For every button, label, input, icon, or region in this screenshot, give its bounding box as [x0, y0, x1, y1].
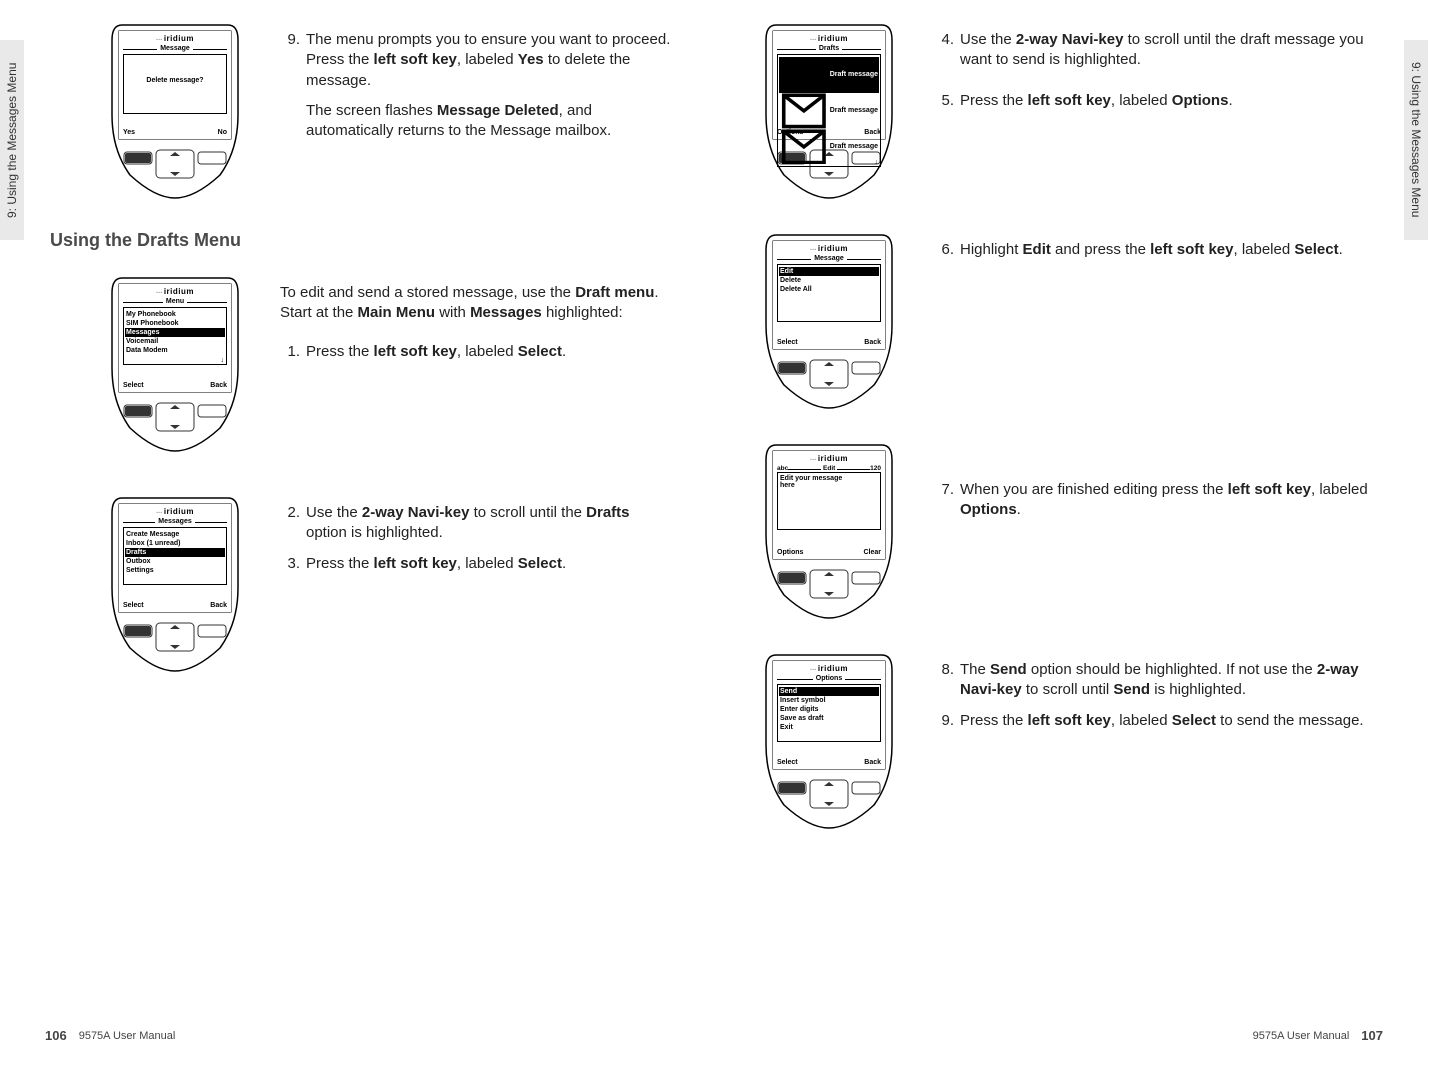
softkey-select[interactable]: Select [123, 602, 144, 609]
softkey-back[interactable]: Back [210, 602, 227, 609]
menu-item: Data Modem [126, 346, 224, 355]
screen-title: Message [157, 45, 193, 52]
screen-title: Menu [163, 298, 187, 305]
menu-item-highlighted: Messages [125, 328, 225, 337]
draft-item-highlighted: Draft message [779, 57, 879, 93]
doc-title: 9575A User Manual [79, 1030, 176, 1042]
device-edit-message: iridium abc Edit 120 Edit your message h… [754, 440, 904, 620]
menu-item: Insert symbol [780, 696, 878, 705]
softkey-select[interactable]: Select [777, 759, 798, 766]
menu-item: Save as draft [780, 714, 878, 723]
screen-delete-message: iridium Message Delete message? Yes No [119, 31, 231, 139]
page-left: 9: Using the Messages Menu iridium Messa… [0, 0, 714, 1065]
footer-right: 9575A User Manual 107 [1253, 1028, 1383, 1043]
footer-left: 106 9575A User Manual [45, 1028, 175, 1043]
device-delete-message: iridium Message Delete message? Yes No [100, 20, 250, 200]
menu-item: Delete [780, 276, 878, 285]
brand-label: iridium [123, 34, 227, 43]
menu-item-highlighted: Drafts [125, 548, 225, 557]
prompt-text: Delete message? [127, 76, 223, 85]
screen-drafts-list: iridium Drafts Draft message Draft messa… [773, 31, 885, 139]
brand-label: iridium [777, 34, 881, 43]
screen-title: Edit [821, 465, 837, 472]
softkey-no[interactable]: No [218, 129, 227, 136]
input-mode: abc [777, 465, 788, 472]
page-right: 9: Using the Messages Menu iridium Draft… [714, 0, 1428, 1065]
brand-label: iridium [777, 664, 881, 673]
softkey-options[interactable]: Options [777, 549, 803, 556]
softkey-select[interactable]: Select [777, 339, 798, 346]
chapter-tab-right: 9: Using the Messages Menu [1404, 40, 1428, 240]
menu-item: Enter digits [780, 705, 878, 714]
menu-item: Outbox [126, 557, 224, 566]
drafts-intro-text: To edit and send a stored message, use t… [280, 273, 674, 372]
section-heading-drafts: Using the Drafts Menu [50, 230, 674, 251]
menu-item: Create Message [126, 530, 224, 539]
device-main-menu: iridium Menu My Phonebook SIM Phonebook … [100, 273, 250, 453]
menu-item-highlighted: Edit [779, 267, 879, 276]
scroll-down-icon: ↓ [875, 159, 879, 166]
screen-title: Options [813, 675, 845, 682]
screen-message-options: iridium Message Edit Delete Delete All S… [773, 241, 885, 349]
brand-label: iridium [777, 454, 881, 463]
device-drafts-list: iridium Drafts Draft message Draft messa… [754, 20, 904, 200]
screen-title: Drafts [816, 45, 842, 52]
step-6-text: 6. Highlight Edit and press the left sof… [934, 230, 1378, 270]
menu-item: Exit [780, 723, 878, 732]
envelope-icon [780, 57, 828, 93]
menu-item: SIM Phonebook [126, 319, 224, 328]
screen-messages-menu: iridium Messages Create Message Inbox (1… [119, 504, 231, 612]
page-number: 107 [1361, 1028, 1383, 1043]
softkey-back[interactable]: Back [864, 339, 881, 346]
char-count: 120 [870, 465, 881, 472]
envelope-icon [780, 93, 828, 129]
screen-title: Messages [155, 518, 194, 525]
menu-item: Settings [126, 566, 224, 575]
softkey-yes[interactable]: Yes [123, 129, 135, 136]
softkey-back[interactable]: Back [864, 759, 881, 766]
edit-text-area[interactable]: Edit your message here [777, 472, 881, 530]
steps-4-5-text: 4. Use the 2-way Navi-key to scroll unti… [934, 20, 1378, 121]
brand-label: iridium [123, 507, 227, 516]
screen-edit-message: iridium abc Edit 120 Edit your message h… [773, 451, 885, 559]
steps-8-9-text: 8. The Send option should be highlighted… [934, 650, 1378, 741]
page-number: 106 [45, 1028, 67, 1043]
menu-item: My Phonebook [126, 310, 224, 319]
softkey-back[interactable]: Back [864, 129, 881, 136]
screen-send-options: iridium Options Send Insert symbol Enter… [773, 661, 885, 769]
softkey-options[interactable]: Options [777, 129, 803, 136]
device-messages-menu: iridium Messages Create Message Inbox (1… [100, 493, 250, 673]
doc-title: 9575A User Manual [1253, 1030, 1350, 1042]
device-send-options: iridium Options Send Insert symbol Enter… [754, 650, 904, 830]
draft-item: Draft message [780, 93, 878, 129]
screen-main-menu: iridium Menu My Phonebook SIM Phonebook … [119, 284, 231, 392]
steps-2-3-text: 2. Use the 2-way Navi-key to scroll unti… [280, 493, 674, 584]
menu-item: Inbox (1 unread) [126, 539, 224, 548]
brand-label: iridium [777, 244, 881, 253]
brand-label: iridium [123, 287, 227, 296]
scroll-down-icon: ↓ [221, 357, 225, 364]
menu-item-highlighted: Send [779, 687, 879, 696]
page-spread: 9: Using the Messages Menu iridium Messa… [0, 0, 1429, 1065]
softkey-back[interactable]: Back [210, 382, 227, 389]
chapter-tab-left: 9: Using the Messages Menu [0, 40, 24, 240]
step-7-text: 7. When you are finished editing press t… [934, 440, 1378, 531]
softkey-clear[interactable]: Clear [863, 549, 881, 556]
device-message-options: iridium Message Edit Delete Delete All S… [754, 230, 904, 410]
menu-item: Voicemail [126, 337, 224, 346]
menu-item: Delete All [780, 285, 878, 294]
softkey-select[interactable]: Select [123, 382, 144, 389]
screen-title: Message [811, 255, 847, 262]
step-9-text: 9. The menu prompts you to ensure you wa… [280, 20, 674, 151]
